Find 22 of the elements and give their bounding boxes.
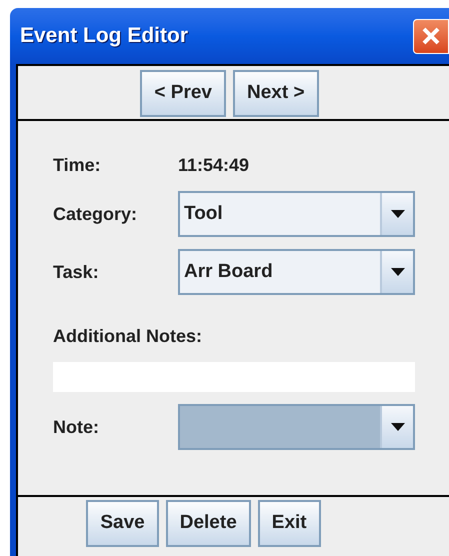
push-button[interactable]: Save xyxy=(86,500,159,547)
push-button[interactable]: Next > xyxy=(233,70,319,117)
field-label: Time: xyxy=(53,154,102,176)
field-label: Category: xyxy=(53,202,138,226)
dropdown-value: Arr Board xyxy=(184,260,273,284)
time-value: 11:54:49 xyxy=(178,154,250,176)
push-button[interactable]: Delete xyxy=(166,500,251,547)
dropdown[interactable]: Tool xyxy=(178,191,415,237)
window-title: Event Log Editor xyxy=(20,23,188,50)
field-label: Additional Notes: xyxy=(53,325,202,348)
field-label: Note: xyxy=(53,416,100,438)
close-button[interactable] xyxy=(413,18,449,54)
push-button[interactable]: < Prev xyxy=(140,70,226,117)
push-button[interactable]: Exit xyxy=(258,500,321,547)
dropdown-value: Tool xyxy=(184,202,223,226)
close-icon xyxy=(421,26,441,46)
caret-icon xyxy=(390,210,404,218)
field-label: Task: xyxy=(53,260,100,284)
dropdown[interactable]: Arr Board xyxy=(178,249,415,295)
caret-icon xyxy=(390,423,404,431)
dropdown[interactable] xyxy=(178,404,415,450)
caret-icon xyxy=(390,268,404,276)
